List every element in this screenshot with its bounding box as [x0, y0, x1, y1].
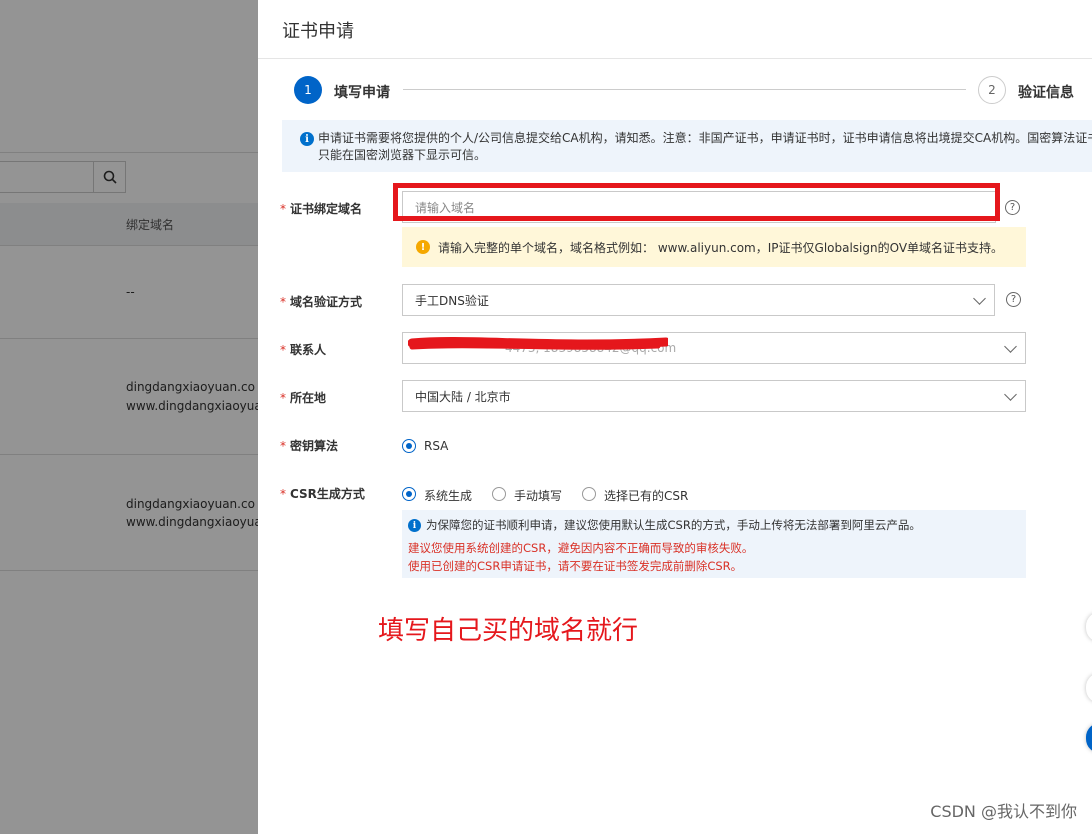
highlight-box — [393, 183, 1000, 221]
csr-note-info: 为保障您的证书顺利申请，建议您使用默认生成CSR的方式，手动上传将无法部署到阿里… — [426, 518, 921, 532]
radio-csr-system-label: 系统生成 — [424, 489, 473, 503]
help-icon[interactable]: ? — [1006, 292, 1021, 307]
divider — [258, 58, 1092, 59]
info-icon: i — [408, 519, 421, 532]
info-banner-text: 申请证书需要将您提供的个人/公司信息提交给CA机构，请知悉。注意：非国产证书，申… — [318, 130, 1092, 164]
background-page: 绑定域名 -- dingdangxiaoyuan.co www.dingdang… — [0, 0, 258, 834]
csr-method-label: * CSR生成方式 — [280, 487, 365, 501]
location-label: * 所在地 — [280, 391, 327, 405]
info-banner: i 申请证书需要将您提供的个人/公司信息提交给CA机构，请知悉。注意：非国产证书… — [282, 120, 1092, 172]
csr-note-warning-2: 使用已创建的CSR申请证书，请不要在证书签发完成前删除CSR。 — [408, 559, 743, 573]
annotation-text: 填写自己买的域名就行 — [378, 616, 639, 646]
verify-method-value: 手工DNS验证 — [415, 293, 489, 308]
watermark: CSDN @我认不到你 — [930, 802, 1077, 821]
step-connector — [403, 89, 966, 90]
radio-csr-existing-label: 选择已有的CSR — [604, 489, 689, 503]
domain-warning: ! 请输入完整的单个域名，域名格式例如： www.aliyun.com，IP证书… — [402, 227, 1026, 267]
verify-method-label: * 域名验证方式 — [280, 295, 363, 309]
radio-csr-manual[interactable] — [492, 487, 506, 501]
radio-rsa-label: RSA — [424, 439, 449, 453]
step-2-label: 验证信息 — [1018, 85, 1074, 101]
drawer-title: 证书申请 — [282, 21, 354, 42]
warning-icon: ! — [416, 240, 430, 254]
location-value: 中国大陆 / 北京市 — [415, 389, 511, 404]
domain-field-label: * 证书绑定域名 — [280, 202, 363, 216]
key-algorithm-label: * 密钥算法 — [280, 439, 339, 453]
floating-side-button[interactable] — [1086, 723, 1092, 753]
radio-csr-existing[interactable] — [582, 487, 596, 501]
modal-overlay[interactable] — [0, 0, 258, 834]
info-line-2: 只能在国密浏览器下显示可信。 — [318, 148, 487, 162]
domain-warning-text: 请输入完整的单个域名，域名格式例如： www.aliyun.com，IP证书仅G… — [438, 241, 1004, 255]
csr-note-warning-1: 建议您使用系统创建的CSR，避免因内容不正确而导致的审核失败。 — [408, 541, 754, 555]
floating-side-button[interactable] — [1086, 673, 1092, 703]
csr-note: i 为保障您的证书顺利申请，建议您使用默认生成CSR的方式，手动上传将无法部署到… — [402, 510, 1026, 578]
radio-csr-manual-label: 手动填写 — [514, 489, 563, 503]
chevron-down-icon — [1004, 340, 1017, 353]
step-2-indicator: 2 — [978, 76, 1006, 104]
floating-side-button[interactable] — [1086, 612, 1092, 642]
step-1-label: 填写申请 — [334, 85, 390, 101]
certificate-application-drawer: 证书申请 1 填写申请 2 验证信息 i 申请证书需要将您提供的个人/公司信息提… — [258, 0, 1092, 834]
info-line-1: 申请证书需要将您提供的个人/公司信息提交给CA机构，请知悉。注意：非国产证书，申… — [318, 131, 1092, 145]
location-select[interactable]: 中国大陆 / 北京市 — [402, 380, 1026, 412]
verify-method-select[interactable]: 手工DNS验证 — [402, 284, 995, 316]
info-icon: i — [300, 132, 314, 146]
step-1-indicator: 1 — [294, 76, 322, 104]
radio-rsa[interactable] — [402, 439, 416, 453]
contact-label: * 联系人 — [280, 343, 327, 357]
radio-csr-system[interactable] — [402, 487, 416, 501]
chevron-down-icon — [1004, 388, 1017, 401]
redaction-scribble — [408, 337, 668, 350]
help-icon[interactable]: ? — [1005, 200, 1020, 215]
chevron-down-icon — [973, 292, 986, 305]
